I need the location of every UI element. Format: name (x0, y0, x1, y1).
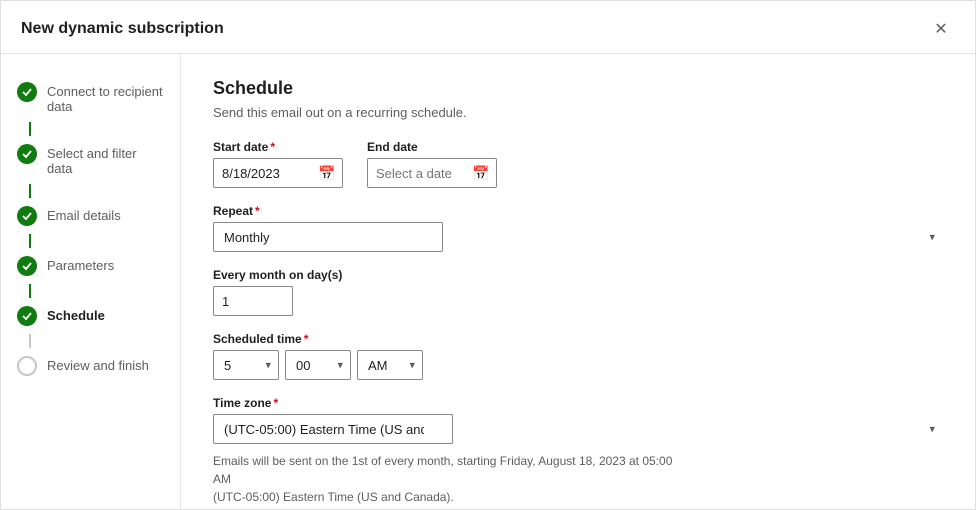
start-date-input-wrap[interactable]: 📅 (213, 158, 343, 188)
timezone-group: Time zone* (UTC-05:00) Eastern Time (US … (213, 396, 943, 444)
sidebar-label-schedule: Schedule (47, 306, 105, 323)
every-month-input[interactable] (213, 286, 293, 316)
sidebar-label-review: Review and finish (47, 356, 149, 373)
every-month-group: Every month on day(s) (213, 268, 943, 316)
end-date-label: End date (367, 140, 497, 154)
sidebar-item-email: Email details (1, 198, 180, 234)
dialog: New dynamic subscription ✕ Connect to re… (0, 0, 976, 510)
connector-2 (29, 184, 31, 198)
scheduled-time-group: Scheduled time* 5 1234 6789 101112 ▾ (213, 332, 943, 380)
dialog-header: New dynamic subscription ✕ (1, 1, 975, 54)
step-icon-schedule (17, 306, 37, 326)
end-date-input-wrap[interactable]: 📅 (367, 158, 497, 188)
step-icon-connect (17, 82, 37, 102)
dialog-body: Connect to recipient data Select and fil… (1, 54, 975, 509)
close-button[interactable]: ✕ (927, 15, 955, 43)
info-text: Emails will be sent on the 1st of every … (213, 452, 693, 506)
connector-1 (29, 122, 31, 136)
timezone-select[interactable]: (UTC-05:00) Eastern Time (US and Canada)… (213, 414, 453, 444)
minute-select[interactable]: 00 153045 (285, 350, 351, 380)
date-row: Start date* 📅 End date 📅 (213, 140, 943, 188)
hour-select[interactable]: 5 1234 6789 101112 (213, 350, 279, 380)
end-date-calendar-icon[interactable]: 📅 (472, 165, 489, 182)
sidebar-item-schedule: Schedule (1, 298, 180, 334)
start-date-group: Start date* 📅 (213, 140, 343, 188)
connector-3 (29, 234, 31, 248)
timezone-label: Time zone* (213, 396, 943, 410)
end-date-group: End date 📅 (367, 140, 497, 188)
section-title: Schedule (213, 78, 943, 99)
repeat-select-wrap: Monthly Daily Weekly Yearly ▾ (213, 222, 943, 252)
sidebar: Connect to recipient data Select and fil… (1, 54, 181, 509)
timezone-select-wrap: (UTC-05:00) Eastern Time (US and Canada)… (213, 414, 943, 444)
connector-4 (29, 284, 31, 298)
step-icon-email (17, 206, 37, 226)
step-icon-review (17, 356, 37, 376)
start-date-input[interactable] (222, 166, 312, 181)
hour-select-wrap: 5 1234 6789 101112 ▾ (213, 350, 279, 380)
sidebar-item-connect: Connect to recipient data (1, 74, 180, 122)
repeat-select[interactable]: Monthly Daily Weekly Yearly (213, 222, 443, 252)
minute-select-wrap: 00 153045 ▾ (285, 350, 351, 380)
start-date-calendar-icon[interactable]: 📅 (318, 165, 335, 182)
sidebar-item-select: Select and filter data (1, 136, 180, 184)
section-subtitle: Send this email out on a recurring sched… (213, 105, 943, 120)
repeat-label: Repeat* (213, 204, 943, 218)
start-date-label: Start date* (213, 140, 343, 154)
sidebar-label-select: Select and filter data (47, 144, 164, 176)
end-date-input[interactable] (376, 166, 466, 181)
ampm-select-wrap: AM PM ▾ (357, 350, 423, 380)
repeat-group: Repeat* Monthly Daily Weekly Yearly ▾ (213, 204, 943, 252)
sidebar-label-parameters: Parameters (47, 256, 114, 273)
ampm-select[interactable]: AM PM (357, 350, 423, 380)
sidebar-item-parameters: Parameters (1, 248, 180, 284)
sidebar-label-connect: Connect to recipient data (47, 82, 164, 114)
main-content: Schedule Send this email out on a recurr… (181, 54, 975, 509)
timezone-chevron-icon: ▾ (929, 423, 935, 436)
time-row: 5 1234 6789 101112 ▾ 00 153045 ▾ (213, 350, 943, 380)
sidebar-label-email: Email details (47, 206, 121, 223)
repeat-chevron-icon: ▾ (929, 231, 935, 244)
scheduled-time-label: Scheduled time* (213, 332, 943, 346)
connector-5 (29, 334, 31, 348)
step-icon-select (17, 144, 37, 164)
step-icon-parameters (17, 256, 37, 276)
dialog-title: New dynamic subscription (21, 20, 224, 38)
sidebar-item-review: Review and finish (1, 348, 180, 384)
every-month-label: Every month on day(s) (213, 268, 943, 282)
